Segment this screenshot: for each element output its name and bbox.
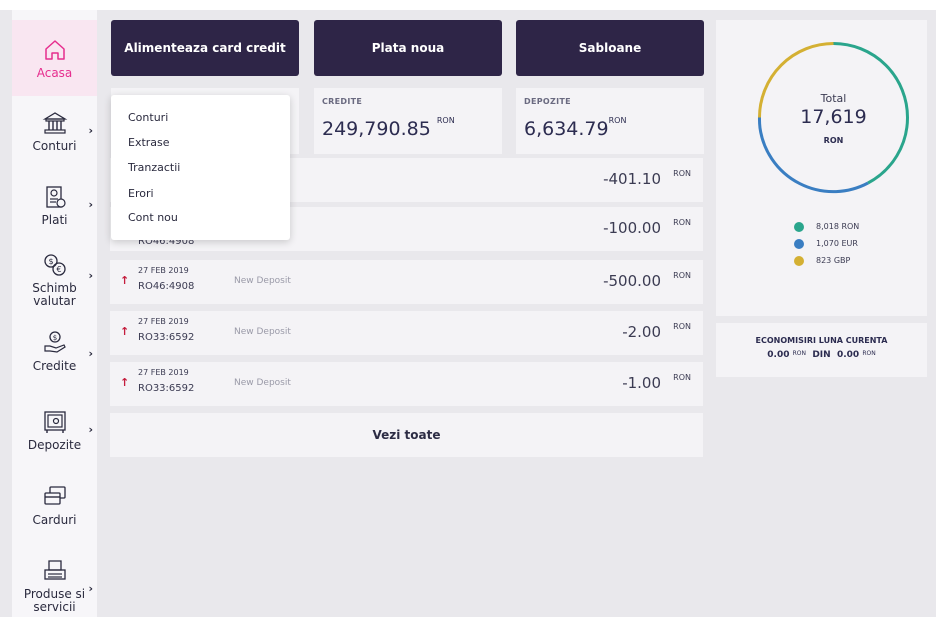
savings-values: 0.00 RON DIN 0.00 RON — [767, 350, 876, 360]
currency-exchange-icon: $ € — [42, 252, 68, 278]
chevron-right-icon: › — [88, 347, 93, 360]
transaction-date: 27 FEB 2019 — [138, 317, 189, 326]
transaction-amount: -401.10 — [603, 170, 661, 188]
sidebar: Acasa Conturi › Plati › $ € Schimb valuta… — [12, 10, 97, 617]
legend-dot — [794, 238, 804, 249]
submenu-item-conturi[interactable]: Conturi — [128, 111, 168, 124]
transaction-amount: -100.00 — [603, 219, 661, 237]
chevron-right-icon: › — [88, 124, 93, 137]
transaction-description: New Deposit — [234, 327, 291, 337]
bill-icon — [42, 184, 68, 210]
cards-icon — [42, 484, 68, 510]
transaction-date: 27 FEB 2019 — [138, 266, 189, 275]
transaction-account: RO46:4908 — [138, 281, 195, 292]
new-payment-button[interactable]: Plata noua — [314, 20, 502, 76]
legend-label: 1,070 EUR — [816, 239, 858, 248]
transaction-currency: RON — [673, 322, 691, 331]
legend-label: 8,018 RON — [816, 222, 860, 231]
transaction-account: RO33:6592 — [138, 383, 195, 394]
submenu-item-cont-nou[interactable]: Cont nou — [128, 211, 178, 224]
transaction-account: RO33:6592 — [138, 332, 195, 343]
transaction-currency: RON — [673, 169, 691, 178]
submenu-item-extrase[interactable]: Extrase — [128, 136, 170, 149]
chevron-right-icon: › — [88, 423, 93, 436]
sidebar-item-credite[interactable]: $ Credite › — [12, 330, 97, 386]
transaction-date: 27 FEB 2019 — [138, 368, 189, 377]
transaction-description: New Deposit — [234, 276, 291, 286]
sidebar-item-acasa[interactable]: Acasa — [12, 20, 97, 96]
sidebar-item-conturi[interactable]: Conturi › — [12, 110, 97, 166]
submenu-item-tranzactii[interactable]: Tranzactii — [128, 161, 180, 174]
accounts-submenu: Conturi Extrase Tranzactii Erori Cont no… — [111, 95, 290, 240]
sidebar-item-depozite[interactable]: Depozite › — [12, 409, 97, 465]
legend-dot — [794, 221, 804, 232]
total-value: 17,619 — [800, 106, 867, 128]
svg-text:$: $ — [52, 334, 56, 342]
transaction-description: New Deposit — [234, 378, 291, 388]
credits-value: 249,790.85 RON — [322, 116, 455, 140]
sidebar-item-carduri[interactable]: Carduri — [12, 484, 97, 540]
sidebar-item-label: Credite — [32, 359, 77, 373]
chevron-right-icon: › — [88, 269, 93, 282]
sidebar-item-label: Produse si servicii — [23, 587, 86, 614]
bank-icon — [42, 110, 68, 136]
legend-dot — [794, 255, 804, 266]
transaction-row[interactable]: ↑ 27 FEB 2019 RO46:4908 New Deposit -500… — [110, 260, 703, 304]
sidebar-item-schimb-valutar[interactable]: $ € Schimb valutar › — [12, 252, 97, 314]
transaction-row[interactable]: ↑ 27 FEB 2019 RO33:6592 New Deposit -2.0… — [110, 311, 703, 355]
svg-text:€: € — [56, 265, 61, 274]
sidebar-item-label: Conturi — [32, 139, 77, 153]
sidebar-item-plati[interactable]: Plati › — [12, 184, 97, 240]
printer-icon — [42, 558, 68, 584]
total-currency: RON — [823, 136, 844, 145]
legend-item: 823 GBP — [794, 252, 859, 269]
credits-balance-card[interactable]: CREDITE 249,790.85 RON — [314, 88, 502, 154]
transaction-amount: -2.00 — [622, 323, 661, 341]
topup-credit-card-button[interactable]: Alimenteaza card credit — [111, 20, 299, 76]
templates-button[interactable]: Sabloane — [516, 20, 704, 76]
submenu-item-erori[interactable]: Erori — [128, 187, 154, 200]
arrow-up-icon: ↑ — [120, 274, 130, 287]
sidebar-item-produse-servicii[interactable]: Produse si servicii › — [12, 558, 97, 617]
balance-summary-panel: Total 17,619 RON 8,018 RON 1,070 EUR 823… — [716, 20, 927, 316]
deposits-label: DEPOZITE — [524, 97, 571, 106]
transaction-amount: -1.00 — [622, 374, 661, 392]
safe-icon — [42, 409, 68, 435]
transaction-row[interactable]: ↑ 27 FEB 2019 RO33:6592 New Deposit -1.0… — [110, 362, 703, 406]
sidebar-item-label: Plati — [41, 213, 68, 227]
arrow-up-icon: ↑ — [120, 325, 130, 338]
chevron-right-icon: › — [88, 198, 93, 211]
svg-text:$: $ — [48, 257, 53, 266]
legend-label: 823 GBP — [816, 256, 851, 265]
chevron-right-icon: › — [88, 582, 93, 595]
legend-item: 8,018 RON — [794, 218, 859, 235]
legend-item: 1,070 EUR — [794, 235, 859, 252]
view-all-button[interactable]: Vezi toate — [110, 413, 703, 457]
sidebar-item-label: Schimb valutar — [32, 281, 77, 308]
deposits-value: 6,634.79RON — [524, 116, 627, 140]
deposits-balance-card[interactable]: DEPOZITE 6,634.79RON — [516, 88, 704, 154]
currency-legend: 8,018 RON 1,070 EUR 823 GBP — [794, 218, 859, 269]
sidebar-item-label: Acasa — [36, 65, 73, 80]
transaction-currency: RON — [673, 218, 691, 227]
total-label: Total — [820, 92, 847, 105]
savings-card: ECONOMISIRI LUNA CURENTA 0.00 RON DIN 0.… — [716, 323, 927, 377]
home-icon — [42, 37, 68, 63]
donut-segment-eur — [757, 117, 869, 194]
transaction-amount: -500.00 — [603, 272, 661, 290]
credits-label: CREDITE — [322, 97, 363, 106]
transaction-currency: RON — [673, 373, 691, 382]
arrow-up-icon: ↑ — [120, 376, 130, 389]
sidebar-item-label: Carduri — [32, 513, 77, 527]
sidebar-item-label: Depozite — [27, 438, 82, 452]
hand-coin-icon: $ — [42, 330, 68, 356]
savings-title: ECONOMISIRI LUNA CURENTA — [755, 336, 888, 345]
transaction-currency: RON — [673, 271, 691, 280]
